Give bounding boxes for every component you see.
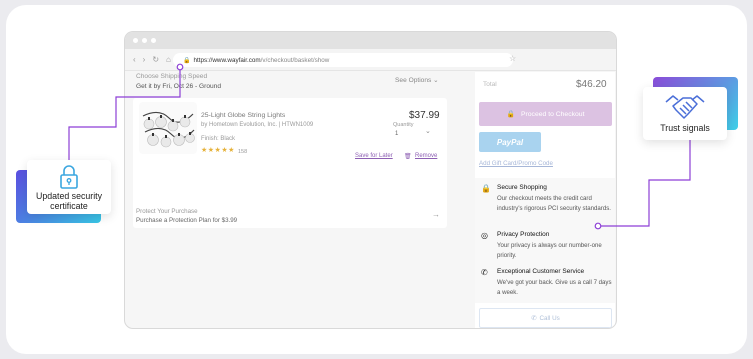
reload-icon[interactable]: ↻ <box>152 55 159 64</box>
cart-panel: Choose Shipping Speed Get it by Fri, Oct… <box>133 72 447 237</box>
protect-purchase-heading: Protect Your Purchase <box>136 208 198 215</box>
product-card: 25-Light Globe String Lights by Hometown… <box>133 98 447 228</box>
see-options-link[interactable]: See Options ⌄ <box>395 76 439 84</box>
product-price: $37.99 <box>409 110 440 121</box>
quantity-select[interactable]: 1 <box>395 131 398 137</box>
window-dot-maximize[interactable] <box>151 38 156 43</box>
remove-link[interactable]: Remove <box>415 153 437 159</box>
security-certificate-label: Updated security certificate <box>35 191 102 211</box>
product-finish: Finish: Black <box>201 136 236 142</box>
trust-heading: Secure Shopping <box>497 184 547 191</box>
shipping-speed-label: Choose Shipping Speed <box>136 73 208 80</box>
trust-heading: Exceptional Customer Service <box>497 268 585 275</box>
browser-navbar: ‹ › ↻ ⌂ 🔒 https://www.wayfair.com/v/chec… <box>125 49 616 71</box>
arrow-right-icon[interactable]: → <box>432 210 440 219</box>
see-options-label: See Options <box>395 77 432 84</box>
save-for-later-link[interactable]: Save for Later <box>355 153 393 159</box>
proceed-to-checkout-button[interactable]: 🔒 Proceed to Checkout <box>479 102 612 126</box>
back-icon[interactable]: ‹ <box>133 55 136 64</box>
phone-icon: ✆ <box>531 314 537 322</box>
product-title[interactable]: 25-Light Globe String Lights <box>201 112 285 119</box>
padlock-icon <box>60 165 78 189</box>
lock-icon: 🔒 <box>183 57 191 64</box>
trust-heading: Privacy Protection <box>497 231 550 238</box>
call-us-label: Call Us <box>539 314 560 322</box>
handshake-icon <box>665 95 705 119</box>
trash-icon[interactable]: 🗑 <box>404 153 412 160</box>
rating-stars: ★★★★★ <box>201 147 235 154</box>
rating-count: 158 <box>238 149 248 155</box>
security-certificate-badge: Updated security certificate <box>27 160 111 214</box>
total-label: Total <box>483 81 497 88</box>
paypal-button[interactable]: PayPal <box>479 132 541 152</box>
url-path: /v/checkout/basket/show <box>260 56 330 64</box>
checkout-button-label: Proceed to Checkout <box>520 110 585 118</box>
trust-description: Our checkout meets the credit card indus… <box>497 195 611 212</box>
window-dot-close[interactable] <box>133 38 138 43</box>
url-host: https://www.wayfair.com <box>193 56 261 64</box>
address-bar[interactable]: 🔒 https://www.wayfair.com/v/checkout/bas… <box>173 53 513 67</box>
trust-signals-badge: Trust signals <box>643 87 727 140</box>
protection-plan-offer[interactable]: Purchase a Protection Plan for $3.99 <box>136 217 237 224</box>
order-summary: Total $46.20 🔒 Proceed to Checkout PayPa… <box>475 72 615 328</box>
product-brand: by Hometown Evolution, Inc. | HTWN1009 <box>201 122 314 128</box>
window-dot-minimize[interactable] <box>142 38 147 43</box>
trust-signals-label: Trust signals <box>660 123 710 133</box>
home-icon[interactable]: ⌂ <box>166 55 171 64</box>
trust-description: We've got your back. Give us a call 7 da… <box>497 279 612 296</box>
eye-slash-icon: ◎ <box>481 231 488 240</box>
browser-titlebar <box>125 32 616 49</box>
trust-signals-box: 🔒 Secure Shopping Our checkout meets the… <box>475 178 615 303</box>
quantity-label: Quantity <box>393 122 414 128</box>
trust-description: Your privacy is always our number-one pr… <box>497 242 602 259</box>
gift-card-promo-link[interactable]: Add Gift Card/Promo Code <box>479 160 553 167</box>
browser-window: ‹ › ↻ ⌂ 🔒 https://www.wayfair.com/v/chec… <box>124 31 617 329</box>
shipping-eta: Get it by Fri, Oct 26 - Ground <box>136 83 222 90</box>
paypal-button-label: PayPal <box>496 137 524 147</box>
lock-icon: 🔒 <box>481 184 491 193</box>
call-us-button[interactable]: ✆ Call Us <box>479 308 612 328</box>
lock-icon: 🔒 <box>506 111 515 118</box>
chevron-down-icon: ⌄ <box>433 77 439 84</box>
forward-icon[interactable]: › <box>143 55 146 64</box>
product-image[interactable] <box>139 102 197 154</box>
phone-icon: ✆ <box>481 268 488 277</box>
chevron-down-icon[interactable]: ⌄ <box>425 127 431 135</box>
total-value: $46.20 <box>576 79 607 90</box>
bookmark-star-icon[interactable]: ☆ <box>509 54 516 63</box>
